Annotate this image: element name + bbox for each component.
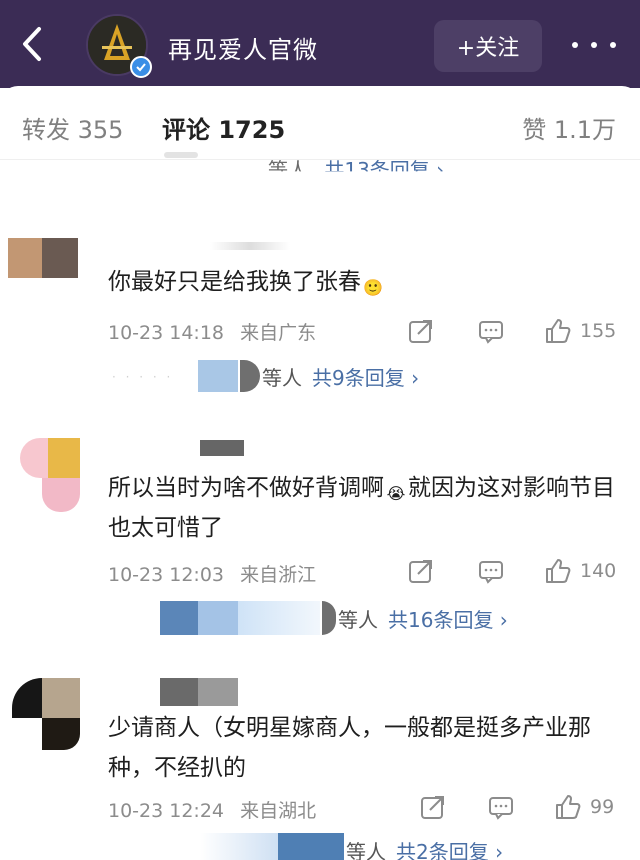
verified-icon (130, 56, 152, 78)
reply-summary[interactable]: 等人 共9条回复 › (198, 358, 419, 394)
comment-body: 你最好只是给我换了张春 (108, 269, 361, 295)
tab-repost[interactable]: 转发 355 (22, 110, 123, 145)
back-arrow-icon (23, 27, 41, 61)
comment-actions: 99 (408, 792, 628, 822)
comment-meta: 10-23 12:03 来自浙江 (108, 560, 316, 587)
comment-icon (489, 797, 513, 820)
back-button[interactable] (14, 22, 50, 66)
follow-button[interactable]: +关注 (434, 20, 542, 72)
reply-avatar-redacted (240, 360, 260, 392)
smile-emoji-icon: 🙂 (363, 278, 383, 297)
account-avatar[interactable] (86, 14, 152, 78)
comment-time: 10-23 12:03 (108, 564, 225, 586)
reply-avatar-redacted (198, 360, 238, 392)
divider-dots: · · · · · (112, 370, 174, 384)
comment-time: 10-23 14:18 (108, 322, 225, 344)
comment-icon (479, 561, 503, 584)
comment-text: 所以当时为啥不做好背调啊 😭 就因为这对影响节目也太可惜了 (108, 468, 628, 548)
comment-body: 所以当时为啥不做好背调啊 (108, 475, 384, 501)
reply-count-link[interactable]: 共9条回复 › (312, 366, 419, 390)
avatar[interactable] (8, 678, 80, 750)
reply-prefix: 等人 (262, 365, 302, 390)
comment-button[interactable] (478, 556, 504, 586)
like-icon (546, 559, 571, 583)
like-button[interactable]: 99 (554, 792, 614, 822)
like-count: 155 (580, 320, 617, 342)
comment-button[interactable] (478, 316, 504, 346)
username-redacted[interactable] (110, 440, 250, 456)
repost-icon (409, 560, 432, 583)
tab-like[interactable]: 赞 1.1万 (522, 110, 616, 145)
reply-summary[interactable]: 等人 共2条回复 › (200, 832, 503, 860)
reply-summary[interactable]: 等人 共16条回复 › (160, 600, 508, 636)
tab-bar: 转发 355 评论 1725 赞 1.1万 (0, 86, 640, 160)
comment-actions: 140 (408, 556, 628, 586)
comment-body: 少请商人（女明星嫁商人，一般都是挺多产业那种，不经扒的 (108, 715, 591, 781)
reply-avatar-redacted (198, 601, 238, 635)
comment-actions: 155 (408, 316, 628, 346)
comment-text: 你最好只是给我换了张春 🙂 (108, 262, 628, 302)
repost-icon (421, 796, 444, 819)
reply-count-link[interactable]: 共2条回复 › (396, 840, 503, 860)
comment-meta: 10-23 14:18 来自广东 (108, 318, 316, 345)
username-redacted[interactable] (110, 678, 250, 706)
reply-avatar-redacted (238, 601, 320, 635)
laugh-cry-emoji-icon: 😭 (386, 484, 406, 503)
like-count: 140 (580, 560, 617, 582)
username-redacted[interactable] (110, 240, 290, 256)
like-icon (546, 319, 571, 343)
like-count: 99 (590, 796, 615, 818)
reply-avatar-redacted (322, 601, 336, 635)
reply-count-link[interactable]: 共16条回复 › (388, 608, 508, 632)
comment-meta: 10-23 12:24 来自湖北 (108, 796, 316, 823)
tab-comment[interactable]: 评论 1725 (162, 110, 285, 145)
comment-location: 来自广东 (240, 322, 317, 344)
like-button[interactable]: 140 (544, 556, 616, 586)
avatar[interactable] (8, 238, 80, 310)
reply-avatar-redacted (160, 601, 198, 635)
comment-location: 来自湖北 (240, 800, 317, 822)
comment-time: 10-23 12:24 (108, 800, 225, 822)
repost-button[interactable] (408, 556, 434, 586)
avatar[interactable] (8, 438, 80, 512)
comment-icon (479, 321, 503, 344)
top-navbar: 再见爱人官微 +关注 (0, 0, 640, 88)
comment-text: 少请商人（女明星嫁商人，一般都是挺多产业那种，不经扒的 (108, 708, 628, 788)
reply-prefix: 等人 (346, 839, 386, 860)
repost-button[interactable] (408, 316, 434, 346)
comment-button[interactable] (488, 792, 514, 822)
reply-avatar-redacted (278, 833, 344, 860)
repost-icon (409, 320, 432, 343)
more-icon[interactable] (572, 30, 616, 60)
like-icon (556, 795, 581, 819)
repost-button[interactable] (420, 792, 446, 822)
account-name[interactable]: 再见爱人官微 (168, 30, 318, 65)
tab-indicator (164, 152, 198, 158)
like-button[interactable]: 155 (544, 316, 616, 346)
reply-avatar-redacted (200, 833, 278, 860)
reply-prefix: 等人 (338, 607, 378, 632)
comment-location: 来自浙江 (240, 564, 317, 586)
